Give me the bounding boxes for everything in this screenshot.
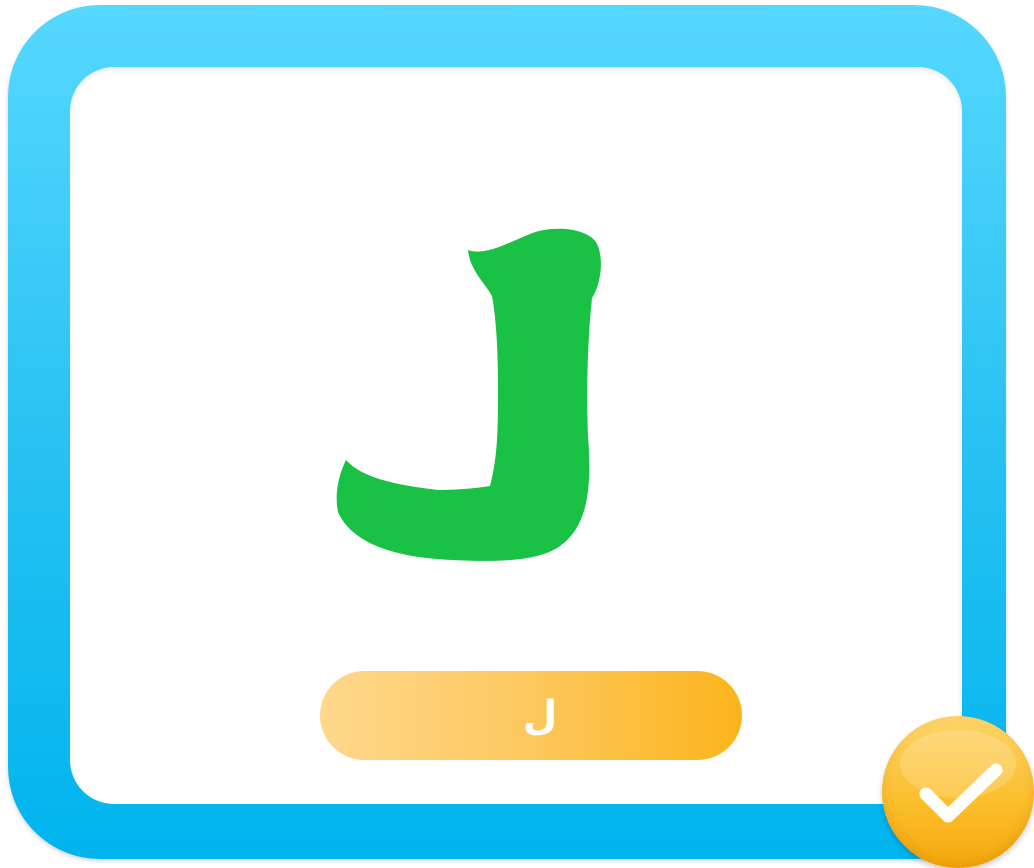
answer-label-pill[interactable]: ل — [320, 671, 742, 760]
checkmark-icon — [900, 730, 1016, 823]
letter-shape — [336, 228, 601, 561]
arabic-letter-lam-glyph — [336, 228, 601, 561]
answer-label-text: ل — [522, 692, 558, 739]
letter-card-screen: ل — [0, 0, 1034, 868]
correct-check-button[interactable] — [882, 716, 1034, 868]
